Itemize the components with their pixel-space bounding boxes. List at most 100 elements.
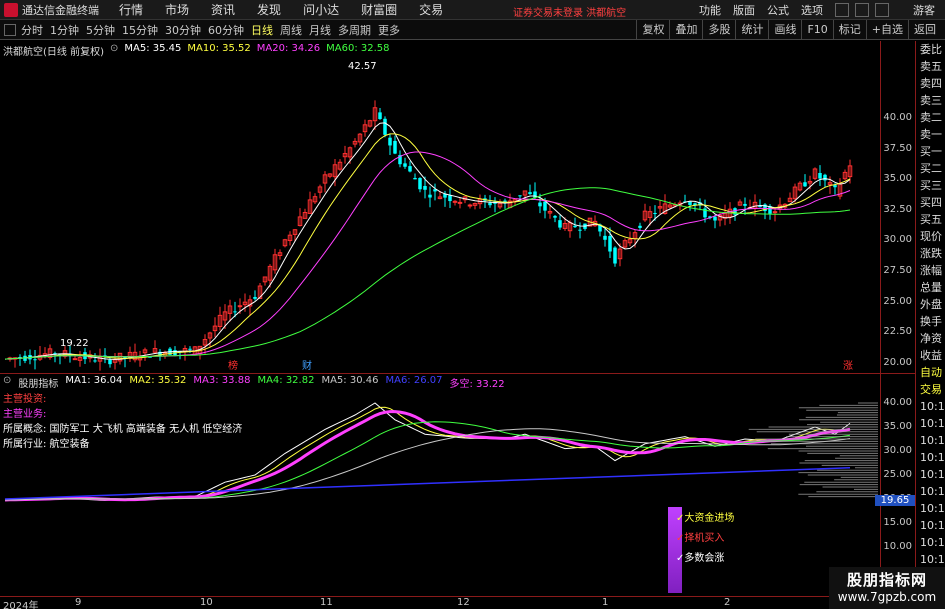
quote-panel-item[interactable]: 收益 bbox=[916, 347, 945, 364]
quote-panel-item[interactable]: 现价 bbox=[916, 228, 945, 245]
tool-multi-stock[interactable]: 多股 bbox=[702, 20, 735, 40]
chart-tools: 复权 叠加 多股 统计 画线 F10 标记 +自选 返回 bbox=[636, 20, 941, 40]
candle-down bbox=[408, 166, 412, 172]
tool-add-watchlist[interactable]: +自选 bbox=[865, 20, 908, 40]
quote-panel-item[interactable]: 10:11 bbox=[916, 534, 945, 551]
quote-panel-item[interactable]: 买四 bbox=[916, 194, 945, 211]
quote-panel-item[interactable]: 换手 bbox=[916, 313, 945, 330]
ma5-value: MA5: 35.45 bbox=[124, 43, 182, 54]
quote-panel-item[interactable]: 卖三 bbox=[916, 92, 945, 109]
menu-market-quote[interactable]: 行情 bbox=[119, 1, 143, 18]
quote-panel-item[interactable]: 涨跌 bbox=[916, 245, 945, 262]
event-marker: 涨 bbox=[843, 360, 853, 372]
quote-panel-item[interactable]: 10:11 bbox=[916, 517, 945, 534]
candle-down bbox=[378, 112, 382, 120]
maximize-icon[interactable] bbox=[855, 3, 869, 17]
indicator-tick-label: 25.00 bbox=[883, 469, 912, 480]
menu-discover[interactable]: 发现 bbox=[257, 1, 281, 18]
time-tick-label: 2 bbox=[724, 597, 731, 608]
period-30min[interactable]: 30分钟 bbox=[165, 22, 201, 38]
quote-panel-item[interactable]: 买三 bbox=[916, 177, 945, 194]
tool-restore-rights[interactable]: 复权 bbox=[636, 20, 669, 40]
ind-ma6-value: MA6: 26.07 bbox=[385, 375, 443, 386]
trade-login-notice[interactable]: 证券交易未登录 洪都航空 bbox=[513, 4, 626, 19]
menu-ask[interactable]: 问小达 bbox=[303, 1, 339, 18]
quote-panel-item[interactable]: 10:11 bbox=[916, 466, 945, 483]
menu-function[interactable]: 功能 bbox=[699, 2, 721, 18]
quote-panel-item[interactable]: 卖一 bbox=[916, 126, 945, 143]
quote-panel-item[interactable]: 10:11 bbox=[916, 432, 945, 449]
tool-overlay[interactable]: 叠加 bbox=[669, 20, 702, 40]
period-daily[interactable]: 日线 bbox=[251, 22, 273, 38]
period-monthly[interactable]: 月线 bbox=[309, 22, 331, 38]
time-tick-label: 11 bbox=[320, 597, 333, 608]
menu-trade[interactable]: 交易 bbox=[419, 1, 443, 18]
ma10-line bbox=[4, 133, 851, 360]
menu-news[interactable]: 资讯 bbox=[211, 1, 235, 18]
price-axis: 40.00 37.50 35.00 32.50 30.00 27.50 25.00 22.50… bbox=[880, 41, 915, 373]
quote-panel-item[interactable]: 卖二 bbox=[916, 109, 945, 126]
quote-panel-item[interactable]: 10:11 bbox=[916, 449, 945, 466]
low-price-label: 19.22 bbox=[60, 338, 89, 349]
industry: 所属行业: 航空装备 bbox=[3, 439, 90, 450]
quote-panel-item[interactable]: 总量 bbox=[916, 279, 945, 296]
candle-down bbox=[403, 163, 407, 167]
indicator-settings-icon[interactable]: ⊙ bbox=[3, 375, 11, 390]
menu-market[interactable]: 市场 bbox=[165, 1, 189, 18]
event-marker: 财 bbox=[302, 359, 312, 372]
tool-back[interactable]: 返回 bbox=[908, 20, 941, 40]
quote-panel-item[interactable]: 买五 bbox=[916, 211, 945, 228]
price-tick-label: 40.00 bbox=[883, 112, 912, 123]
quote-panel-item[interactable]: 10:11 bbox=[916, 500, 945, 517]
quote-panel-item[interactable]: 涨幅 bbox=[916, 262, 945, 279]
quote-panel-item[interactable]: 卖五 bbox=[916, 58, 945, 75]
candlestick-chart[interactable]: 42.57 19.22 榜 财 涨 洪都航空(日线 前复权) ⊙ MA5: 35.45 … bbox=[0, 41, 880, 373]
period-weekly[interactable]: 周线 bbox=[280, 22, 302, 38]
menu-options[interactable]: 选项 bbox=[801, 2, 823, 18]
period-15min[interactable]: 15分钟 bbox=[122, 22, 158, 38]
period-multi[interactable]: 多周期 bbox=[338, 22, 371, 38]
ma20-value: MA20: 34.26 bbox=[256, 43, 321, 54]
quote-panel-item[interactable]: 卖四 bbox=[916, 75, 945, 92]
close-icon[interactable] bbox=[875, 3, 889, 17]
indicator-tick-label: 40.00 bbox=[883, 397, 912, 408]
tool-f10[interactable]: F10 bbox=[801, 20, 832, 40]
quote-panel-item[interactable]: 10:11 bbox=[916, 483, 945, 500]
period-5min[interactable]: 5分钟 bbox=[86, 22, 115, 38]
period-1min[interactable]: 1分钟 bbox=[50, 22, 79, 38]
stock-label[interactable]: 洪都航空(日线 前复权) bbox=[3, 43, 104, 58]
quote-panel-item[interactable]: 买二 bbox=[916, 160, 945, 177]
menu-layout[interactable]: 版面 bbox=[733, 2, 755, 18]
candle-down bbox=[713, 216, 717, 221]
signal-legend: ✓大资金进场 ✓择机买入 ✓多数会涨 bbox=[676, 509, 734, 569]
period-intraday[interactable]: 分时 bbox=[21, 22, 43, 38]
period-more[interactable]: 更多 bbox=[378, 22, 400, 38]
tool-mark[interactable]: 标记 bbox=[832, 20, 866, 40]
panel-toggle-icon[interactable] bbox=[4, 23, 16, 36]
price-tick-label: 25.00 bbox=[883, 295, 912, 307]
menu-formula[interactable]: 公式 bbox=[767, 2, 789, 18]
quote-panel-item[interactable]: 10:11 bbox=[916, 398, 945, 415]
quote-panel-item[interactable]: 委比 bbox=[916, 41, 945, 58]
ma20-line bbox=[4, 151, 851, 360]
candlestick-svg[interactable]: 42.57 19.22 榜 财 涨 bbox=[0, 41, 880, 373]
indicator-name[interactable]: 股朋指标 bbox=[18, 375, 58, 390]
quote-panel-item[interactable]: 交易 bbox=[916, 381, 945, 398]
guest-user[interactable]: 游客 bbox=[913, 2, 935, 18]
tool-statistics[interactable]: 统计 bbox=[735, 20, 768, 40]
candle-down bbox=[608, 236, 612, 252]
period-60min[interactable]: 60分钟 bbox=[208, 22, 244, 38]
tool-draw[interactable]: 画线 bbox=[768, 20, 801, 40]
minimize-icon[interactable] bbox=[835, 3, 849, 17]
quote-panel-item[interactable]: 10:11 bbox=[916, 415, 945, 432]
title-bar: 通达信金融终端 行情 市场 资讯 发现 问小达 财富圈 交易 证券交易未登录 洪… bbox=[0, 0, 945, 20]
menu-wealth[interactable]: 财富圈 bbox=[361, 1, 397, 18]
quote-panel-item[interactable]: 自动 bbox=[916, 364, 945, 381]
indicator-chart[interactable]: ⊙ 股朋指标 MA1: 36.04 MA2: 35.32 MA3: 33.88 … bbox=[0, 374, 880, 596]
quote-panel-item[interactable]: 外盘 bbox=[916, 296, 945, 313]
quote-panel-item[interactable]: 买一 bbox=[916, 143, 945, 160]
ma-settings-icon[interactable]: ⊙ bbox=[110, 43, 118, 58]
quote-panel-item[interactable]: 净资 bbox=[916, 330, 945, 347]
quote-panel-item[interactable]: 10:11 bbox=[916, 551, 945, 568]
app-logo-icon bbox=[4, 2, 18, 17]
